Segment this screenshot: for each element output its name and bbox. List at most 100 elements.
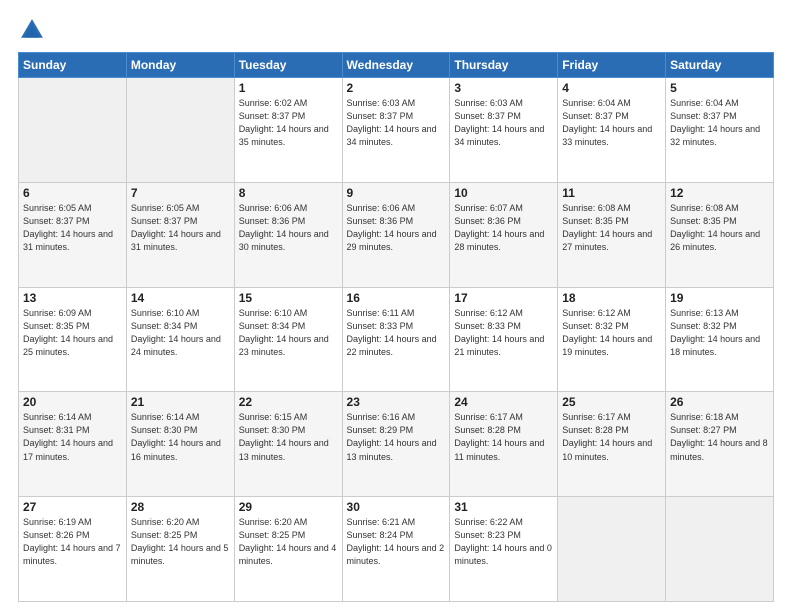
calendar-week-row: 6 Sunrise: 6:05 AMSunset: 8:37 PMDaylight… — [19, 182, 774, 287]
day-info: Sunrise: 6:05 AMSunset: 8:37 PMDaylight:… — [23, 202, 122, 254]
calendar-cell — [126, 78, 234, 183]
day-info: Sunrise: 6:13 AMSunset: 8:32 PMDaylight:… — [670, 307, 769, 359]
calendar-cell: 15Sunrise: 6:10 AMSunset: 8:34 PMDayligh… — [234, 287, 342, 392]
calendar-cell: 22 Sunrise: 6:15 AMSunset: 8:30 PMDayligh… — [234, 392, 342, 497]
day-number: 12 — [670, 186, 769, 200]
calendar-cell: 3 Sunrise: 6:03 AMSunset: 8:37 PMDaylight… — [450, 78, 558, 183]
day-info: Sunrise: 6:09 AMSunset: 8:35 PMDaylight:… — [23, 307, 122, 359]
calendar-cell: 12 Sunrise: 6:08 AMSunset: 8:35 PMDayligh… — [666, 182, 774, 287]
day-info: Sunrise: 6:19 AMSunset: 8:26 PMDaylight:… — [23, 516, 122, 568]
calendar-table: SundayMondayTuesdayWednesdayThursdayFrid… — [18, 52, 774, 602]
calendar-cell: 31Sunrise: 6:22 AMSunset: 8:23 PMDayligh… — [450, 497, 558, 602]
day-info: Sunrise: 6:02 AMSunset: 8:37 PMDaylight:… — [239, 97, 338, 149]
day-number: 21 — [131, 395, 230, 409]
day-info: Sunrise: 6:06 AMSunset: 8:36 PMDaylight:… — [347, 202, 446, 254]
day-number: 19 — [670, 291, 769, 305]
day-number: 11 — [562, 186, 661, 200]
day-info: Sunrise: 6:03 AMSunset: 8:37 PMDaylight:… — [347, 97, 446, 149]
logo-icon — [18, 16, 46, 44]
day-info: Sunrise: 6:14 AMSunset: 8:30 PMDaylight:… — [131, 411, 230, 463]
day-number: 20 — [23, 395, 122, 409]
calendar-cell: 27 Sunrise: 6:19 AMSunset: 8:26 PMDayligh… — [19, 497, 127, 602]
calendar-week-row: 13 Sunrise: 6:09 AMSunset: 8:35 PMDayligh… — [19, 287, 774, 392]
calendar-cell: 8 Sunrise: 6:06 AMSunset: 8:36 PMDaylight… — [234, 182, 342, 287]
day-number: 18 — [562, 291, 661, 305]
calendar-cell: 20 Sunrise: 6:14 AMSunset: 8:31 PMDayligh… — [19, 392, 127, 497]
weekday-header: Sunday — [19, 53, 127, 78]
calendar-cell: 29 Sunrise: 6:20 AMSunset: 8:25 PMDayligh… — [234, 497, 342, 602]
calendar-cell: 10 Sunrise: 6:07 AMSunset: 8:36 PMDayligh… — [450, 182, 558, 287]
calendar-cell: 6 Sunrise: 6:05 AMSunset: 8:37 PMDaylight… — [19, 182, 127, 287]
day-number: 10 — [454, 186, 553, 200]
day-info: Sunrise: 6:07 AMSunset: 8:36 PMDaylight:… — [454, 202, 553, 254]
day-info: Sunrise: 6:04 AMSunset: 8:37 PMDaylight:… — [562, 97, 661, 149]
logo — [18, 16, 50, 44]
day-number: 1 — [239, 81, 338, 95]
day-number: 26 — [670, 395, 769, 409]
day-number: 17 — [454, 291, 553, 305]
day-info: Sunrise: 6:14 AMSunset: 8:31 PMDaylight:… — [23, 411, 122, 463]
calendar-cell: 1 Sunrise: 6:02 AMSunset: 8:37 PMDaylight… — [234, 78, 342, 183]
calendar-header-row: SundayMondayTuesdayWednesdayThursdayFrid… — [19, 53, 774, 78]
day-info: Sunrise: 6:17 AMSunset: 8:28 PMDaylight:… — [562, 411, 661, 463]
calendar-week-row: 1 Sunrise: 6:02 AMSunset: 8:37 PMDaylight… — [19, 78, 774, 183]
weekday-header: Wednesday — [342, 53, 450, 78]
day-number: 22 — [239, 395, 338, 409]
day-info: Sunrise: 6:21 AMSunset: 8:24 PMDaylight:… — [347, 516, 446, 568]
day-number: 2 — [347, 81, 446, 95]
calendar-cell: 24 Sunrise: 6:17 AMSunset: 8:28 PMDayligh… — [450, 392, 558, 497]
day-number: 16 — [347, 291, 446, 305]
day-number: 3 — [454, 81, 553, 95]
calendar-cell: 17 Sunrise: 6:12 AMSunset: 8:33 PMDayligh… — [450, 287, 558, 392]
calendar-cell: 19 Sunrise: 6:13 AMSunset: 8:32 PMDayligh… — [666, 287, 774, 392]
day-info: Sunrise: 6:20 AMSunset: 8:25 PMDaylight:… — [131, 516, 230, 568]
calendar-cell: 9 Sunrise: 6:06 AMSunset: 8:36 PMDaylight… — [342, 182, 450, 287]
day-info: Sunrise: 6:06 AMSunset: 8:36 PMDaylight:… — [239, 202, 338, 254]
day-info: Sunrise: 6:12 AMSunset: 8:33 PMDaylight:… — [454, 307, 553, 359]
day-info: Sunrise: 6:10 AMSunset: 8:34 PMDaylight:… — [239, 307, 338, 359]
day-info: Sunrise: 6:11 AMSunset: 8:33 PMDaylight:… — [347, 307, 446, 359]
page: SundayMondayTuesdayWednesdayThursdayFrid… — [0, 0, 792, 612]
day-info: Sunrise: 6:05 AMSunset: 8:37 PMDaylight:… — [131, 202, 230, 254]
day-number: 9 — [347, 186, 446, 200]
day-number: 24 — [454, 395, 553, 409]
day-info: Sunrise: 6:20 AMSunset: 8:25 PMDaylight:… — [239, 516, 338, 568]
calendar-cell: 30 Sunrise: 6:21 AMSunset: 8:24 PMDayligh… — [342, 497, 450, 602]
day-info: Sunrise: 6:08 AMSunset: 8:35 PMDaylight:… — [562, 202, 661, 254]
day-number: 25 — [562, 395, 661, 409]
day-number: 14 — [131, 291, 230, 305]
calendar-cell: 21 Sunrise: 6:14 AMSunset: 8:30 PMDayligh… — [126, 392, 234, 497]
day-number: 8 — [239, 186, 338, 200]
weekday-header: Saturday — [666, 53, 774, 78]
day-info: Sunrise: 6:17 AMSunset: 8:28 PMDaylight:… — [454, 411, 553, 463]
day-number: 4 — [562, 81, 661, 95]
calendar-cell — [666, 497, 774, 602]
day-number: 28 — [131, 500, 230, 514]
day-number: 30 — [347, 500, 446, 514]
day-number: 27 — [23, 500, 122, 514]
day-info: Sunrise: 6:08 AMSunset: 8:35 PMDaylight:… — [670, 202, 769, 254]
calendar-cell: 5 Sunrise: 6:04 AMSunset: 8:37 PMDaylight… — [666, 78, 774, 183]
calendar-cell: 26 Sunrise: 6:18 AMSunset: 8:27 PMDayligh… — [666, 392, 774, 497]
calendar-cell — [558, 497, 666, 602]
calendar-week-row: 27 Sunrise: 6:19 AMSunset: 8:26 PMDayligh… — [19, 497, 774, 602]
day-number: 13 — [23, 291, 122, 305]
weekday-header: Tuesday — [234, 53, 342, 78]
day-number: 7 — [131, 186, 230, 200]
day-info: Sunrise: 6:03 AMSunset: 8:37 PMDaylight:… — [454, 97, 553, 149]
day-number: 29 — [239, 500, 338, 514]
day-info: Sunrise: 6:18 AMSunset: 8:27 PMDaylight:… — [670, 411, 769, 463]
calendar-cell: 4 Sunrise: 6:04 AMSunset: 8:37 PMDaylight… — [558, 78, 666, 183]
calendar-cell: 25 Sunrise: 6:17 AMSunset: 8:28 PMDayligh… — [558, 392, 666, 497]
day-number: 23 — [347, 395, 446, 409]
day-info: Sunrise: 6:15 AMSunset: 8:30 PMDaylight:… — [239, 411, 338, 463]
calendar-cell: 2 Sunrise: 6:03 AMSunset: 8:37 PMDaylight… — [342, 78, 450, 183]
calendar-cell: 16 Sunrise: 6:11 AMSunset: 8:33 PMDayligh… — [342, 287, 450, 392]
calendar-cell: 14Sunrise: 6:10 AMSunset: 8:34 PMDayligh… — [126, 287, 234, 392]
day-info: Sunrise: 6:22 AMSunset: 8:23 PMDaylight:… — [454, 516, 553, 568]
day-number: 5 — [670, 81, 769, 95]
weekday-header: Thursday — [450, 53, 558, 78]
calendar-week-row: 20 Sunrise: 6:14 AMSunset: 8:31 PMDayligh… — [19, 392, 774, 497]
day-info: Sunrise: 6:04 AMSunset: 8:37 PMDaylight:… — [670, 97, 769, 149]
day-number: 6 — [23, 186, 122, 200]
